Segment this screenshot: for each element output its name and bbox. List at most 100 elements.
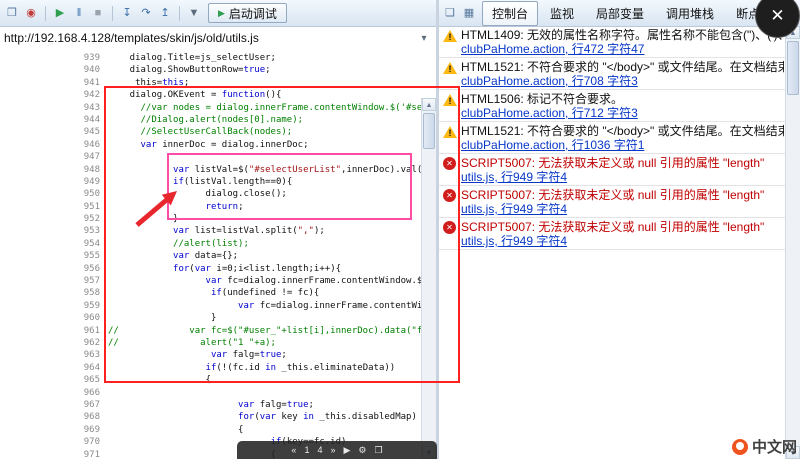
code-line: 954 //alert(list); xyxy=(0,238,436,250)
line-number[interactable]: 944 xyxy=(0,114,106,126)
code-text: var falg=true; xyxy=(210,350,287,361)
line-number[interactable]: 939 xyxy=(0,52,106,64)
line-number[interactable]: 970 xyxy=(0,436,106,448)
settings-icon[interactable]: ⚙ xyxy=(358,445,366,455)
source-link[interactable]: utils.js, 行949 字符4 xyxy=(461,202,764,216)
line-number[interactable]: 947 xyxy=(0,151,106,163)
console-tabs-row: ❏ ▦ 控制台 监视 局部变量 调用堆栈 断点 xyxy=(439,0,800,27)
source-link[interactable]: clubPaHome.action, 行1036 字符1 xyxy=(461,138,784,152)
code-text: } xyxy=(108,214,179,225)
line-number[interactable]: 943 xyxy=(0,102,106,114)
site-watermark: 中文网 xyxy=(731,436,797,457)
source-link[interactable]: clubPaHome.action, 行712 字符3 xyxy=(461,106,638,120)
tab-console[interactable]: 控制台 xyxy=(482,0,539,26)
step-over-icon[interactable]: ↷ xyxy=(138,5,154,21)
line-number[interactable]: 967 xyxy=(0,399,106,411)
line-number[interactable]: 963 xyxy=(0,349,106,361)
line-number[interactable]: 949 xyxy=(0,176,106,188)
code-line: 944 //Dialog.alert(nodes[0].name); xyxy=(0,114,436,126)
console-header-icons: ❏ ▦ xyxy=(442,5,477,21)
forward-icon[interactable]: » xyxy=(330,445,335,455)
line-number[interactable]: 946 xyxy=(0,139,106,151)
line-number[interactable]: 960 xyxy=(0,312,106,324)
filter-dropdown-icon[interactable]: ▼ xyxy=(186,5,202,21)
chevron-down-icon[interactable]: ▾ xyxy=(416,33,432,44)
scroll-up-button[interactable]: ▲ xyxy=(422,98,436,111)
console-message: ! HTML1409: 无效的属性名称字符。属性名称不能包含(")、(')、(<)… xyxy=(439,26,786,58)
warning-icon: ! xyxy=(443,93,458,107)
warning-exclamation: ! xyxy=(448,128,452,138)
line-number[interactable]: 971 xyxy=(0,449,106,459)
line-number[interactable]: 945 xyxy=(0,126,106,138)
line-number[interactable]: 957 xyxy=(0,275,106,287)
code-line: 949 if(listVal.length==0){ xyxy=(0,176,436,188)
line-number[interactable]: 965 xyxy=(0,374,106,386)
line-number[interactable]: 951 xyxy=(0,201,106,213)
code-text: for(var key in _this.disabledMap) xyxy=(238,412,417,423)
warning-icon: ! xyxy=(443,61,458,75)
tab-call-stack[interactable]: 调用堆栈 xyxy=(656,1,724,26)
pause-icon[interactable]: ‖ xyxy=(71,5,87,21)
message-text: HTML1521: 不符合要求的 "</body>" 或文件结尾。在文档结束之前… xyxy=(461,60,784,74)
line-number[interactable]: 961 xyxy=(0,325,106,337)
toolbar-separator xyxy=(179,5,180,21)
code-line: 955 var data={}; xyxy=(0,250,436,262)
message-body: HTML1521: 不符合要求的 "</body>" 或文件结尾。在文档结束之前… xyxy=(461,124,784,152)
scrollbar-thumb[interactable] xyxy=(787,41,799,95)
line-number[interactable]: 942 xyxy=(0,89,106,101)
line-number[interactable]: 964 xyxy=(0,362,106,374)
script-url-bar[interactable]: http://192.168.4.128/templates/skin/js/o… xyxy=(0,27,436,50)
filter-messages-icon[interactable]: ▦ xyxy=(461,5,477,21)
page-current[interactable]: 1 xyxy=(304,445,309,455)
code-text: dialog.OKEvent = function(){ xyxy=(108,90,282,101)
fullscreen-icon[interactable]: ❒ xyxy=(374,445,382,455)
continue-icon[interactable]: ▶ xyxy=(52,5,68,21)
line-number[interactable]: 958 xyxy=(0,287,106,299)
console-message-list: ! HTML1409: 无效的属性名称字符。属性名称不能包含(")、(')、(<)… xyxy=(439,26,786,459)
line-number[interactable]: 962 xyxy=(0,337,106,349)
line-number[interactable]: 955 xyxy=(0,250,106,262)
line-number[interactable]: 950 xyxy=(0,188,106,200)
code-lines: 939 dialog.Title=js_selectUser; 940 dialo… xyxy=(0,52,436,459)
step-into-icon[interactable]: ↧ xyxy=(119,5,135,21)
code-editor[interactable]: 939 dialog.Title=js_selectUser; 940 dialo… xyxy=(0,49,436,459)
editor-scrollbar[interactable]: ▲ ▼ xyxy=(421,98,436,459)
tab-locals[interactable]: 局部变量 xyxy=(586,1,654,26)
source-link[interactable]: utils.js, 行949 字符4 xyxy=(461,170,764,184)
code-text: var fc=dialog.innerFrame.contentWindow.$… xyxy=(205,276,436,287)
line-number[interactable]: 953 xyxy=(0,225,106,237)
line-number[interactable]: 948 xyxy=(0,164,106,176)
line-number[interactable]: 954 xyxy=(0,238,106,250)
line-number[interactable]: 969 xyxy=(0,424,106,436)
source-link[interactable]: clubPaHome.action, 行708 字符3 xyxy=(461,74,784,88)
record-icon[interactable]: ◉ xyxy=(23,5,39,21)
clear-console-icon[interactable]: ❏ xyxy=(442,5,458,21)
source-link[interactable]: utils.js, 行949 字符4 xyxy=(461,234,764,248)
line-number[interactable]: 959 xyxy=(0,300,106,312)
source-link[interactable]: clubPaHome.action, 行472 字符47 xyxy=(461,42,784,56)
code-line: 940 dialog.ShowButtonRow=true; xyxy=(0,64,436,76)
start-debugging-button[interactable]: ▶ 启动调试 xyxy=(208,3,287,23)
line-number[interactable]: 940 xyxy=(0,64,106,76)
line-number[interactable]: 941 xyxy=(0,77,106,89)
console-scrollbar[interactable]: ▲ ▼ xyxy=(785,26,800,459)
code-line: 959 var fc=dialog.innerFrame.contentWind xyxy=(0,300,436,312)
code-text: { xyxy=(108,375,211,386)
rewind-icon[interactable]: « xyxy=(291,445,296,455)
line-number[interactable]: 968 xyxy=(0,411,106,423)
scrollbar-thumb[interactable] xyxy=(423,113,435,149)
tab-watch[interactable]: 监视 xyxy=(540,1,584,26)
page-count[interactable]: 4 xyxy=(317,445,322,455)
console-pane: ❏ ▦ 控制台 监视 局部变量 调用堆栈 断点 ! HTML1409: 无效的属性名称字符。… xyxy=(439,0,800,459)
play-icon[interactable]: ▶ xyxy=(343,445,350,455)
stop-icon[interactable]: ■ xyxy=(90,5,106,21)
message-body: HTML1521: 不符合要求的 "</body>" 或文件结尾。在文档结束之前… xyxy=(461,60,784,88)
step-out-icon[interactable]: ↥ xyxy=(157,5,173,21)
line-number[interactable]: 966 xyxy=(0,387,106,399)
script-url: http://192.168.4.128/templates/skin/js/o… xyxy=(4,31,259,45)
document-icon[interactable]: ❐ xyxy=(4,5,20,21)
player-control-bar: « 1 4 » ▶ ⚙ ❒ xyxy=(237,441,437,459)
line-number[interactable]: 956 xyxy=(0,263,106,275)
line-number[interactable]: 952 xyxy=(0,213,106,225)
